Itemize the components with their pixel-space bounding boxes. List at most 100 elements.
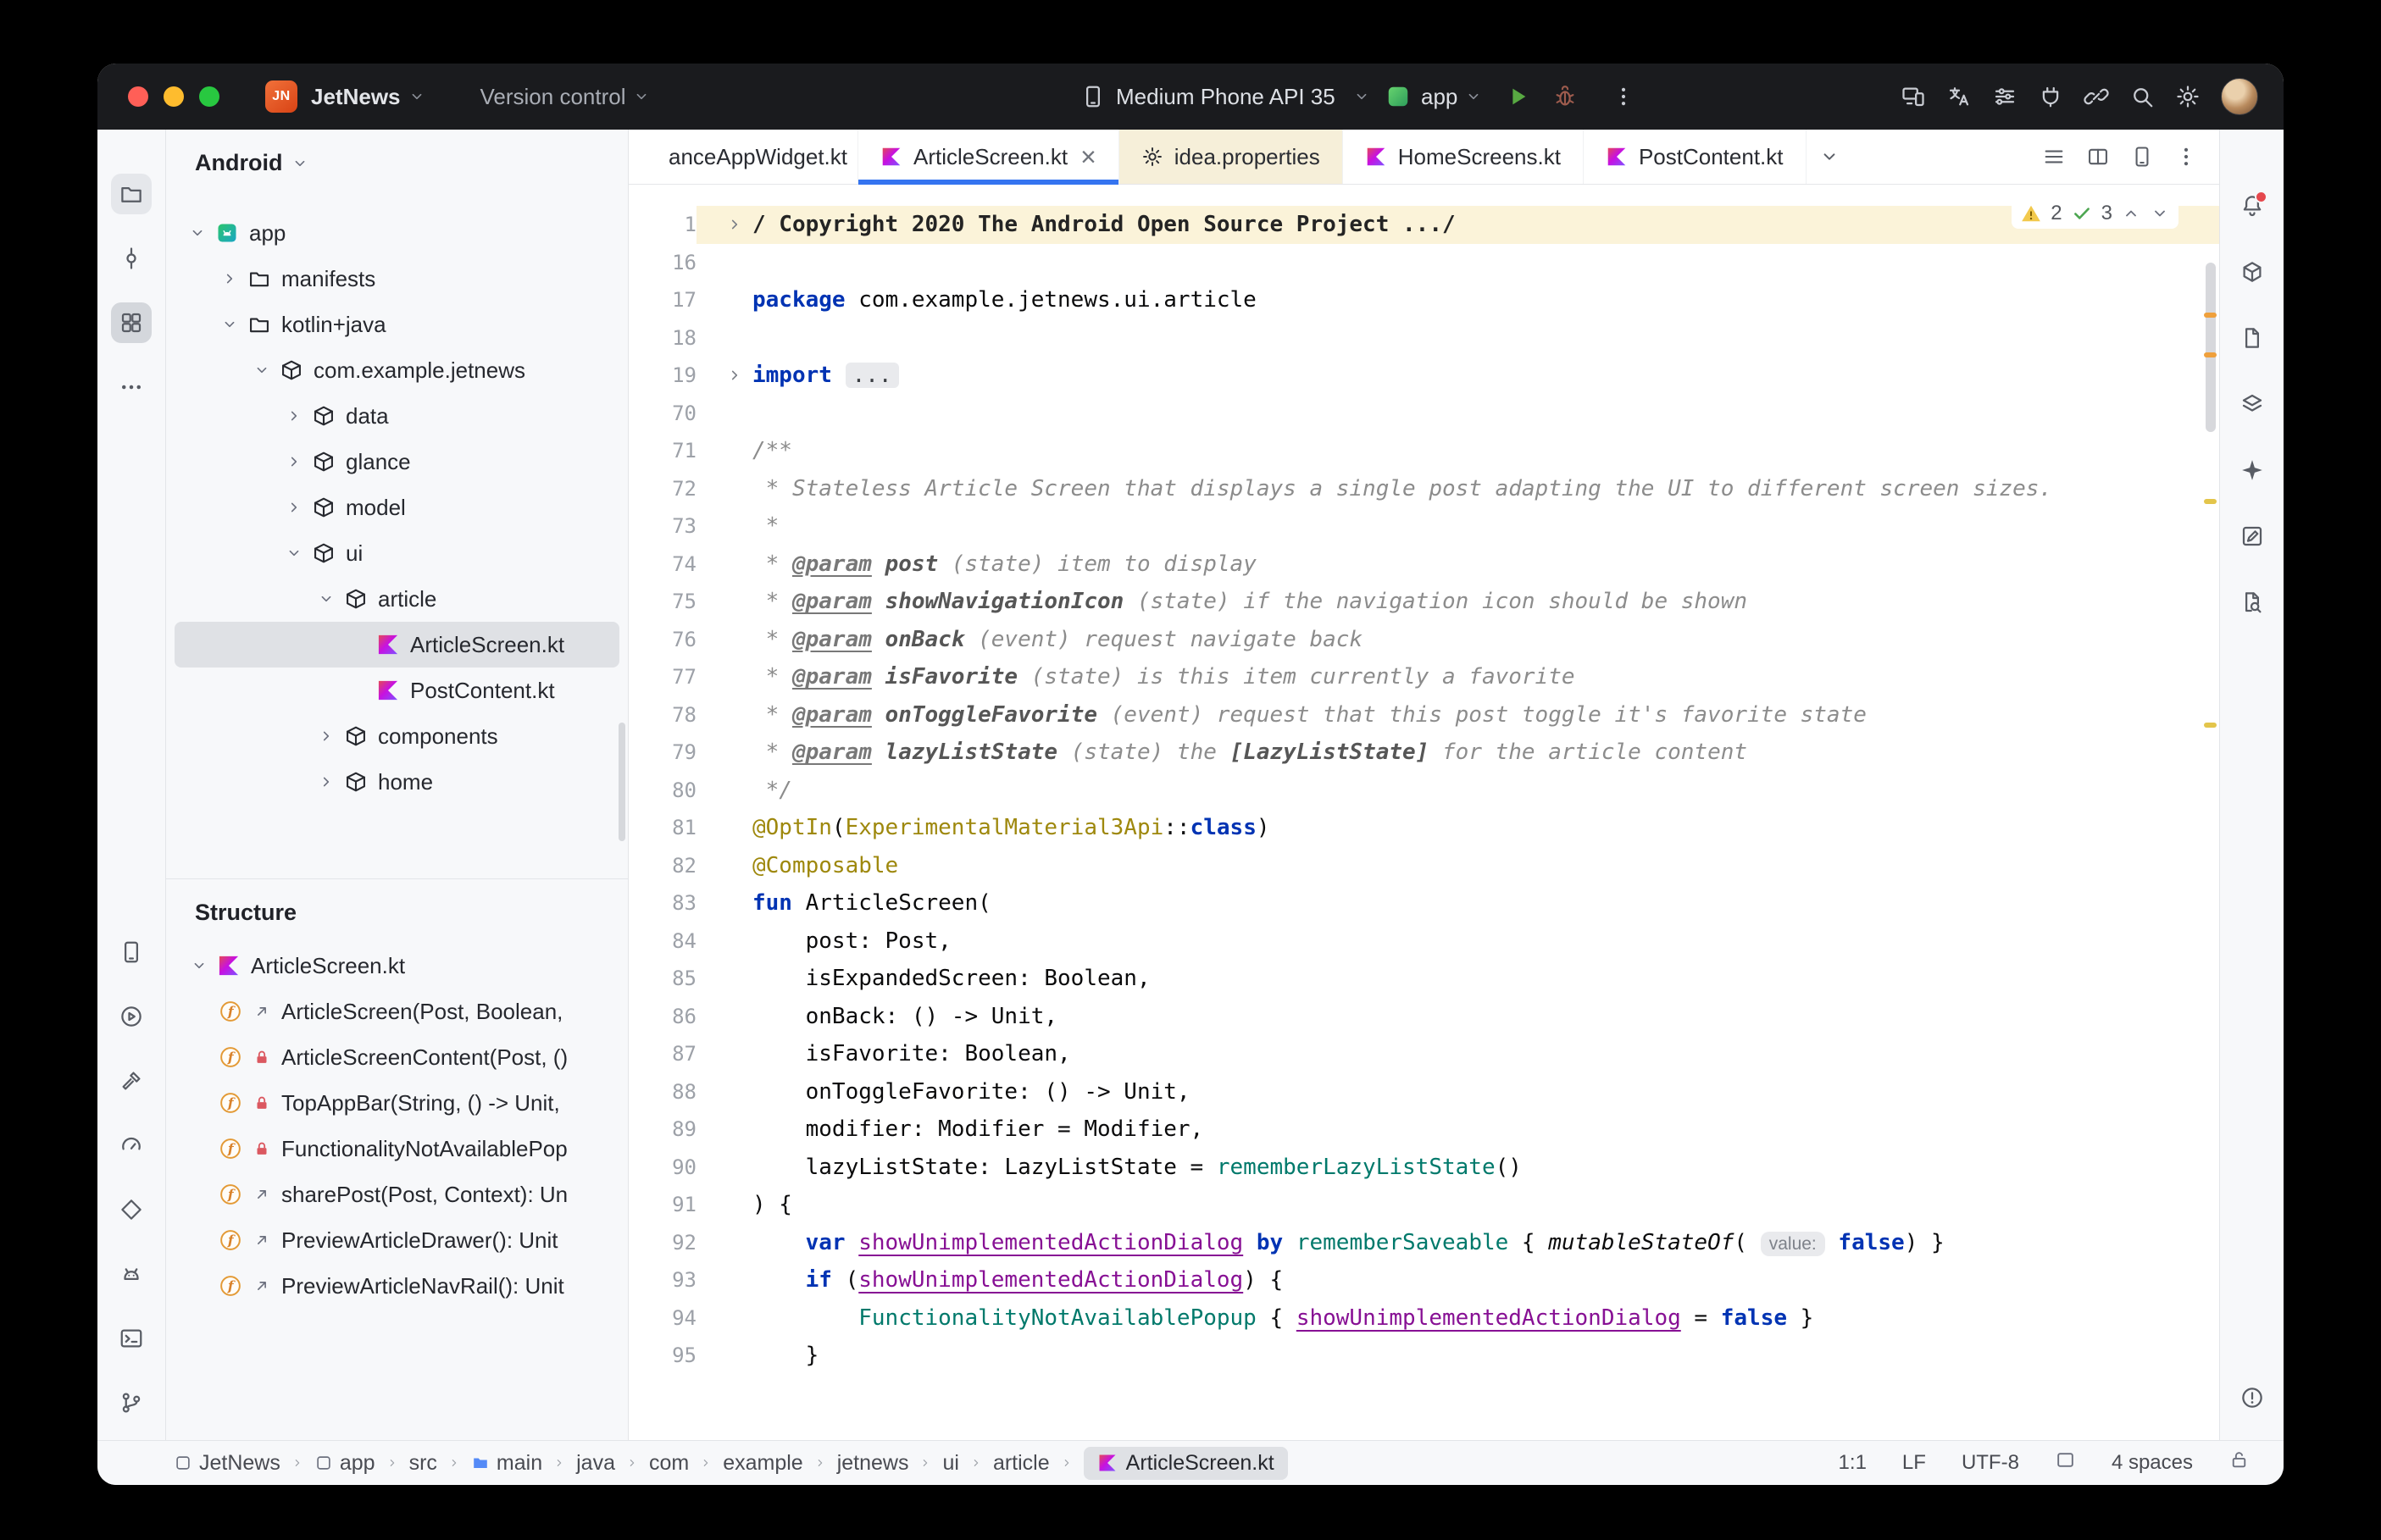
line-number[interactable]: 1 — [629, 206, 697, 244]
close-tab-button[interactable]: × — [1080, 143, 1096, 170]
build-variants-button[interactable] — [2232, 384, 2273, 424]
debug-button[interactable] — [1552, 84, 1578, 109]
next-problem-button[interactable] — [2150, 203, 2170, 224]
code-editor[interactable]: 1 / Copyright 2020 The Android Open Sourc… — [629, 185, 2219, 1440]
chevron-right-icon[interactable] — [312, 727, 341, 745]
search-button[interactable] — [2123, 77, 2162, 116]
line-number[interactable]: 73 — [629, 507, 697, 546]
chevron-down-icon[interactable] — [247, 361, 276, 379]
chevron-right-icon[interactable] — [312, 773, 341, 791]
structure-item-previewarticledrawer[interactable]: f PreviewArticleDrawer(): Unit — [175, 1217, 619, 1263]
breadcrumb-item-jetnews[interactable]: jetnews — [837, 1451, 909, 1476]
code-line-91[interactable]: 91) { — [629, 1186, 2219, 1224]
profiler-button[interactable] — [111, 1125, 152, 1166]
build-button[interactable] — [111, 1061, 152, 1101]
project-tree-item-ui[interactable]: ui — [175, 530, 619, 576]
breadcrumb-item-articlescreen-kt[interactable]: ArticleScreen.kt — [1083, 1446, 1288, 1480]
indent-style-widget[interactable]: 4 spaces — [2112, 1451, 2193, 1475]
code-line-93[interactable]: 93 if (showUnimplementedActionDialog) { — [629, 1261, 2219, 1299]
hidden-tabs-button[interactable] — [1807, 130, 1852, 184]
chevron-right-icon[interactable] — [280, 452, 308, 471]
tab-anceappwidget-kt[interactable]: anceAppWidget.kt — [629, 130, 858, 184]
line-number[interactable]: 77 — [629, 658, 697, 696]
project-tree-item-com-example-jetnews[interactable]: com.example.jetnews — [175, 347, 619, 393]
logcat-button[interactable] — [111, 1254, 152, 1294]
line-number[interactable]: 93 — [629, 1261, 697, 1299]
project-tree-item-manifests[interactable]: manifests — [175, 256, 619, 302]
project-tree-item-model[interactable]: model — [175, 485, 619, 530]
code-line-75[interactable]: 75 * @param showNavigationIcon (state) i… — [629, 583, 2219, 621]
notifications-button[interactable] — [2232, 186, 2273, 226]
line-number[interactable]: 16 — [629, 244, 697, 282]
inspections-widget[interactable]: 2 3 — [2012, 198, 2178, 229]
tab-articlescreen-kt[interactable]: ArticleScreen.kt × — [858, 130, 1119, 185]
caret-position-widget[interactable]: 1:1 — [1839, 1451, 1867, 1475]
line-number[interactable]: 92 — [629, 1224, 697, 1262]
gradle-button[interactable] — [2232, 252, 2273, 292]
structure-item-previewarticlenavrail[interactable]: f PreviewArticleNavRail(): Unit — [175, 1263, 619, 1309]
project-tree-item-components[interactable]: components — [175, 713, 619, 759]
chevron-right-icon[interactable] — [280, 407, 308, 425]
structure-root-articlescreen-kt[interactable]: ArticleScreen.kt — [175, 943, 619, 989]
terminal-button[interactable] — [111, 1318, 152, 1359]
tab-postcontent-kt[interactable]: PostContent.kt — [1584, 130, 1807, 184]
chevron-down-icon[interactable] — [185, 956, 214, 975]
line-number[interactable]: 95 — [629, 1337, 697, 1375]
line-number[interactable]: 88 — [629, 1073, 697, 1111]
code-line-80[interactable]: 80 */ — [629, 772, 2219, 810]
project-selector[interactable]: JetNews — [297, 84, 426, 110]
device-selector[interactable]: Medium Phone API 35 — [1080, 84, 1371, 110]
project-tree-item-glance[interactable]: glance — [175, 439, 619, 485]
code-line-81[interactable]: 81 @OptIn(ExperimentalMaterial3Api::class… — [629, 809, 2219, 847]
line-number[interactable]: 85 — [629, 960, 697, 998]
breadcrumb-item-app[interactable]: app — [314, 1451, 375, 1476]
line-number[interactable]: 74 — [629, 546, 697, 584]
code-line-92[interactable]: 92 var showUnimplementedActionDialog by … — [629, 1224, 2219, 1262]
resource-manager-button[interactable] — [111, 302, 152, 343]
close-window-button[interactable] — [128, 86, 148, 107]
tab-homescreens-kt[interactable]: HomeScreens.kt — [1343, 130, 1584, 184]
code-line-95[interactable]: 95 } — [629, 1337, 2219, 1375]
code-line-86[interactable]: 86 onBack: () -> Unit, — [629, 998, 2219, 1036]
code-line-87[interactable]: 87 isFavorite: Boolean, — [629, 1035, 2219, 1073]
chevron-right-icon[interactable] — [215, 269, 244, 288]
code-line-72[interactable]: 72 * Stateless Article Screen that displ… — [629, 470, 2219, 508]
code-line-71[interactable]: 71 /** — [629, 432, 2219, 470]
chevron-down-icon[interactable] — [280, 544, 308, 562]
code-line-19[interactable]: 19 import ... — [629, 357, 2219, 395]
share-link-button[interactable] — [2077, 77, 2116, 116]
breadcrumb-item-jetnews[interactable]: JetNews — [174, 1451, 280, 1476]
code-line-18[interactable]: 18 — [629, 319, 2219, 357]
commit-button[interactable] — [111, 238, 152, 279]
line-number[interactable]: 18 — [629, 319, 697, 357]
app-inspection-button[interactable] — [111, 1189, 152, 1230]
settings-sliders-button[interactable] — [1985, 77, 2024, 116]
project-tree-item-postcontent-kt[interactable]: PostContent.kt — [175, 668, 619, 713]
device-manager-button[interactable] — [111, 932, 152, 972]
error-stripe[interactable] — [2201, 185, 2219, 1440]
code-line-74[interactable]: 74 * @param post (state) item to display — [629, 546, 2219, 584]
zoom-window-button[interactable] — [199, 86, 219, 107]
fold-marker-icon[interactable] — [697, 206, 752, 244]
line-number[interactable]: 78 — [629, 696, 697, 734]
line-number[interactable]: 90 — [629, 1149, 697, 1187]
code-line-1[interactable]: 1 / Copyright 2020 The Android Open Sourc… — [629, 206, 2219, 244]
code-line-82[interactable]: 82 @Composable — [629, 847, 2219, 885]
chevron-right-icon[interactable] — [280, 498, 308, 517]
project-button[interactable] — [111, 174, 152, 214]
split-editor-button[interactable] — [2079, 137, 2117, 176]
device-explorer-button[interactable] — [2232, 318, 2273, 358]
device-mirror-button[interactable] — [1894, 77, 1933, 116]
project-tree-item-articlescreen-kt[interactable]: ArticleScreen.kt — [175, 622, 619, 668]
breadcrumb-item-ui[interactable]: ui — [942, 1451, 958, 1476]
code-line-78[interactable]: 78 * @param onToggleFavorite (event) req… — [629, 696, 2219, 734]
line-number[interactable]: 17 — [629, 281, 697, 319]
line-number[interactable]: 81 — [629, 809, 697, 847]
line-number[interactable]: 19 — [629, 357, 697, 395]
assistant-button[interactable] — [2232, 516, 2273, 557]
translate-button[interactable] — [1940, 77, 1979, 116]
project-tree-item-home[interactable]: home — [175, 759, 619, 805]
line-number[interactable]: 76 — [629, 621, 697, 659]
code-line-83[interactable]: 83 fun ArticleScreen( — [629, 884, 2219, 922]
structure-item-articlescreen-post-bool[interactable]: f ArticleScreen(Post, Boolean, — [175, 989, 619, 1034]
